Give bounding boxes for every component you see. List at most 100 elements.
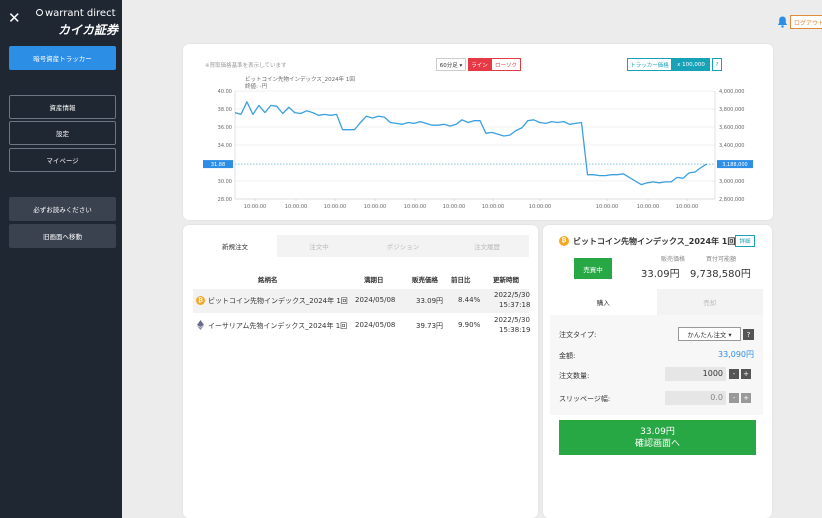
sale-price-label: 販売価格 <box>661 256 686 263</box>
y-tick-right: 3,600,000 <box>719 125 744 131</box>
quantity-input[interactable]: 1000 <box>665 367 726 381</box>
help-icon[interactable]: ? <box>712 58 722 71</box>
column-header-updated: 更新時間 <box>493 276 519 284</box>
current-price-left-label: 31.88 <box>211 162 225 168</box>
row-change: 9.90% <box>458 321 481 329</box>
row-price: 33.09円 <box>416 297 444 305</box>
y-tick-right: 3,800,000 <box>719 107 744 113</box>
row-update-time: 15:38:19 <box>499 326 531 334</box>
y-tick-right: 2,800,000 <box>719 197 744 203</box>
current-price-right-label: 3,188,000 <box>722 162 747 168</box>
confirm-button[interactable]: 33.09円 確認画面へ <box>559 420 756 455</box>
y-tick-left: 34.00 <box>218 143 232 149</box>
x-tick: 10:00:00 <box>529 204 551 210</box>
column-header-maturity: 満期日 <box>364 276 384 284</box>
tab-open-orders[interactable]: 注文中 <box>277 235 361 257</box>
slippage-plus-button[interactable]: + <box>741 393 751 403</box>
confirm-label: 確認画面へ <box>634 438 680 449</box>
candle-toggle[interactable]: ローソク <box>491 58 521 71</box>
sidebar-item-crypto-tracker[interactable]: 暗号資産トラッカー <box>9 46 116 70</box>
brand-logo: ✕ warrant direct カイカ証券 <box>0 0 122 40</box>
brand-name-bottom: カイカ証券 <box>58 23 119 37</box>
y-tick-right: 3,400,000 <box>719 143 744 149</box>
status-badge: 売買中 <box>574 258 612 279</box>
product-title: ビットコイン先物インデックス_2024年 1回 <box>573 237 736 246</box>
tab-buy[interactable]: 購入 <box>550 289 657 315</box>
multiplier-toggle[interactable]: x 100,000 <box>672 58 710 71</box>
y-tick-left: 28.00 <box>218 197 232 203</box>
trade-tabs: 購入 売却 <box>550 289 763 315</box>
order-type-select[interactable]: かんたん注文 ▾ <box>678 327 741 341</box>
order-type-help-icon[interactable]: ? <box>743 329 754 340</box>
column-header-change: 前日比 <box>451 276 471 284</box>
y-tick-left: 36.00 <box>218 125 232 131</box>
detail-button[interactable]: 詳細 <box>735 235 755 247</box>
row-maturity: 2024/05/08 <box>355 321 396 329</box>
column-header-name: 銘柄名 <box>258 276 278 284</box>
price-basis-note: ※買取価格基準を表示しています <box>205 63 287 69</box>
slippage-input[interactable]: 0.0 <box>665 391 726 405</box>
y-tick-left: 38.00 <box>218 107 232 113</box>
series-line <box>234 101 708 186</box>
y-tick-right: 3,000,000 <box>719 179 744 185</box>
bitcoin-icon: ₿ <box>196 296 205 305</box>
ethereum-icon <box>197 320 204 330</box>
bell-icon[interactable] <box>777 16 788 28</box>
y-tick-right: 4,000,000 <box>719 89 744 95</box>
sidebar-item-settings[interactable]: 設定 <box>9 121 116 145</box>
quantity-plus-button[interactable]: + <box>741 369 751 379</box>
row-change: 8.44% <box>458 296 481 304</box>
chart-title: ビットコイン先物インデックス_2024年 1回 <box>245 75 355 83</box>
quantity-minus-button[interactable]: - <box>729 369 739 379</box>
x-tick: 10:00:00 <box>244 204 266 210</box>
amount-label: 金額: <box>559 352 576 360</box>
row-update-time: 15:37:18 <box>499 301 531 309</box>
brand-top-text: warrant direct <box>45 8 116 19</box>
chart-subtitle: 終値: -円 <box>245 82 268 90</box>
logout-button[interactable]: ログアウト <box>790 15 822 29</box>
x-tick: 10:00:00 <box>364 204 386 210</box>
order-list-card <box>183 225 538 518</box>
sidebar-item-old-screen[interactable]: 旧画面へ移動 <box>9 224 116 248</box>
brand-name-top: warrant direct <box>36 8 116 19</box>
sidebar-item-mypage[interactable]: マイページ <box>9 148 116 172</box>
buyable-value: 9,738,580円 <box>690 269 751 280</box>
brand-mark-icon <box>36 9 43 16</box>
line-toggle[interactable]: ライン <box>468 58 491 71</box>
x-tick: 10:00:00 <box>285 204 307 210</box>
y-tick-left: 40.00 <box>218 89 232 95</box>
amount-value: 33,090円 <box>718 350 754 359</box>
bitcoin-icon: ₿ <box>559 236 569 246</box>
x-tick: 10:00:00 <box>324 204 346 210</box>
row-update-date: 2022/5/30 <box>494 291 530 299</box>
buyable-label: 買付可能額 <box>706 256 737 263</box>
order-tabs: 新規注文 注文中 ポジション 注文履歴 <box>193 235 529 257</box>
tab-positions[interactable]: ポジション <box>361 235 445 257</box>
x-tick: 10:00:00 <box>404 204 426 210</box>
confirm-price: 33.09円 <box>640 426 675 437</box>
x-tick: 10:00:00 <box>637 204 659 210</box>
sidebar-item-assets[interactable]: 資産情報 <box>9 95 116 119</box>
slippage-minus-button[interactable]: - <box>729 393 739 403</box>
tab-new-order[interactable]: 新規注文 <box>193 235 277 257</box>
row-name: ビットコイン先物インデックス_2024年 1回 <box>208 297 348 305</box>
sidebar: ✕ warrant direct カイカ証券 暗号資産トラッカー 資産情報 設定… <box>0 0 122 518</box>
close-icon[interactable]: ✕ <box>8 8 21 28</box>
price-chart: ビットコイン先物インデックス_2024年 1回終値: -円 40.00 4,000,… <box>203 75 753 210</box>
sidebar-item-must-read[interactable]: 必ずお読みください <box>9 197 116 221</box>
tab-order-history[interactable]: 注文履歴 <box>445 235 529 257</box>
y-tick-left: 30.00 <box>218 179 232 185</box>
x-tick: 10:00:00 <box>482 204 504 210</box>
period-select[interactable]: 60分足 ▾ <box>436 58 466 71</box>
row-name: イーサリアム先物インデックス_2024年 1回 <box>208 322 348 330</box>
column-header-price: 販売価格 <box>412 276 438 284</box>
row-maturity: 2024/05/08 <box>355 296 396 304</box>
sale-price-value: 33.09円 <box>641 269 680 280</box>
x-tick: 10:00:00 <box>676 204 698 210</box>
row-update-date: 2022/5/30 <box>494 316 530 324</box>
tab-sell[interactable]: 売却 <box>657 289 764 315</box>
x-tick: 10:00:00 <box>596 204 618 210</box>
x-tick: 10:00:00 <box>443 204 465 210</box>
tracker-price-toggle[interactable]: トラッカー価格 <box>627 58 672 71</box>
quantity-label: 注文数量: <box>559 372 590 380</box>
